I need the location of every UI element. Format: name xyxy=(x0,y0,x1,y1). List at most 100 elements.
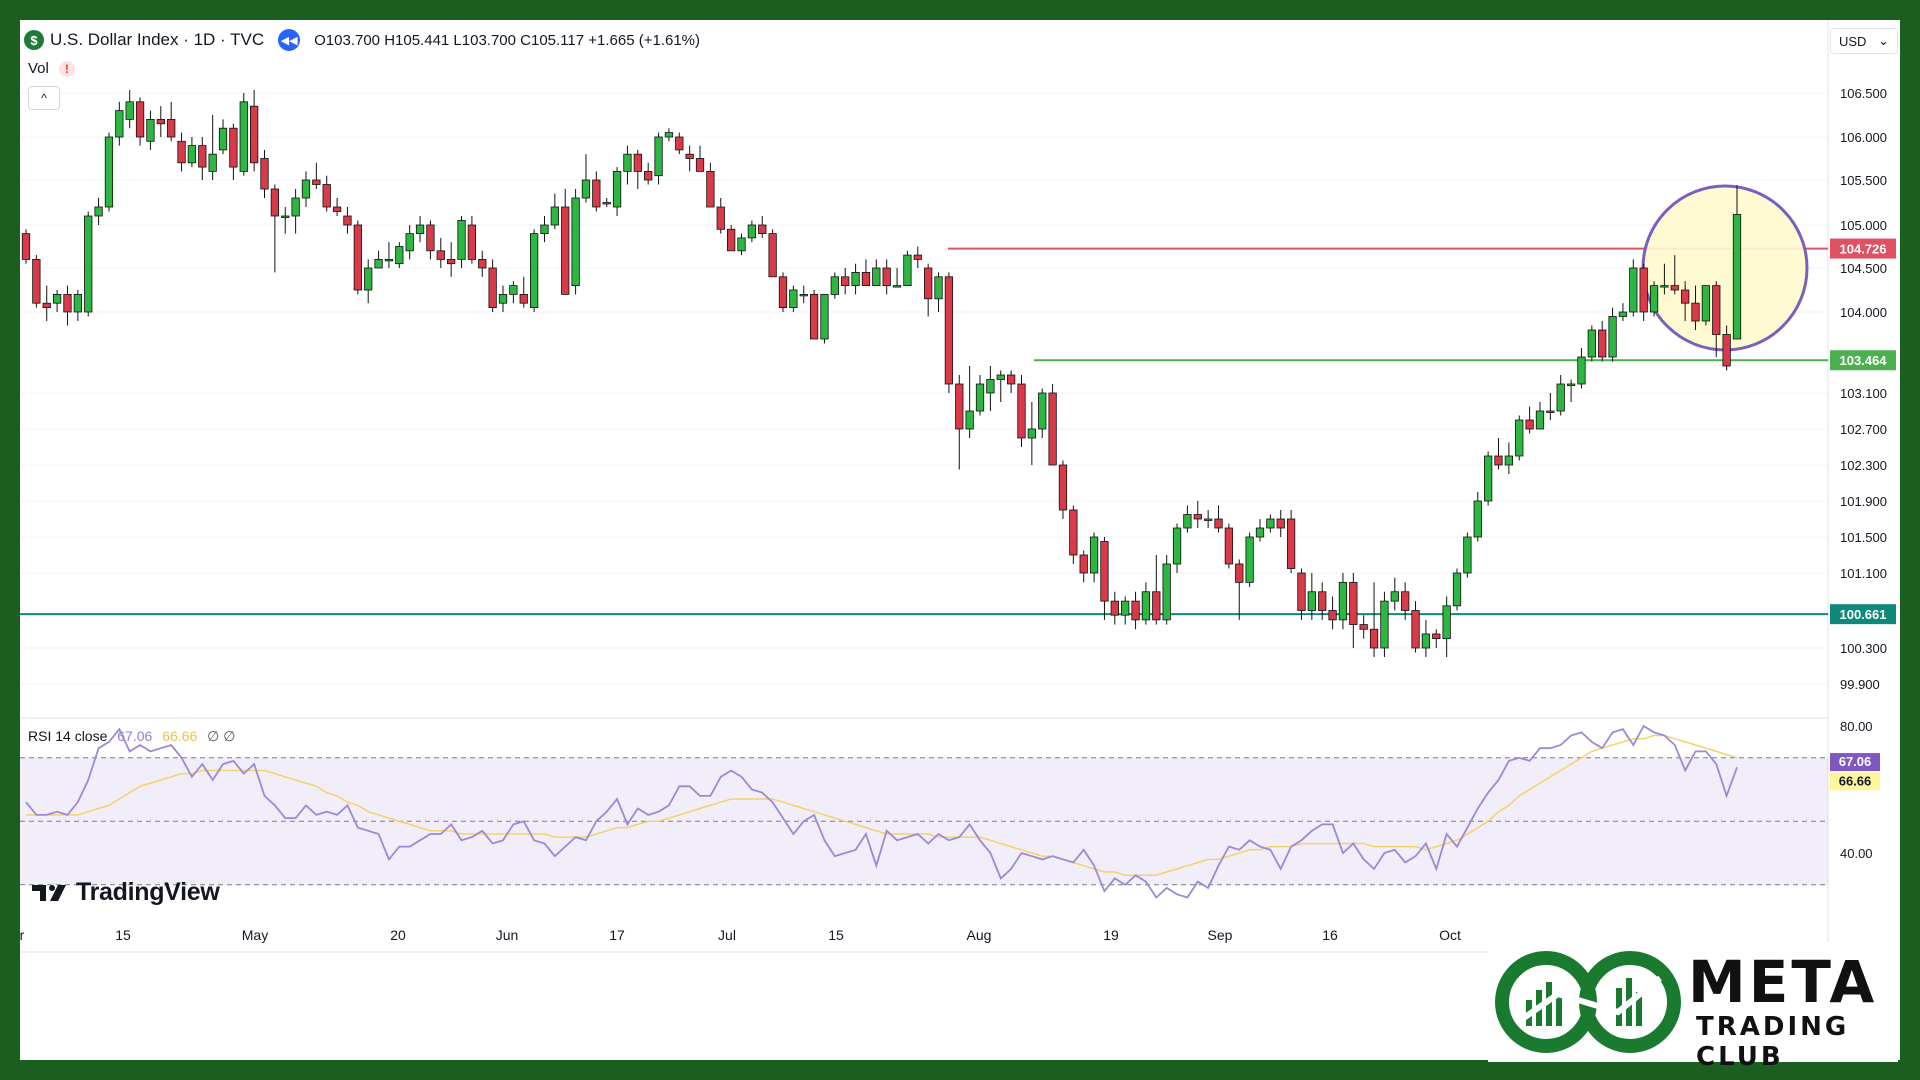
candle-body xyxy=(1286,518,1296,569)
candle-body xyxy=(1649,285,1659,313)
candle-body xyxy=(1670,285,1679,291)
candle xyxy=(1649,281,1659,317)
rewind-icon[interactable]: ◀◀ xyxy=(278,29,301,51)
candle-body xyxy=(457,220,466,260)
candle-body xyxy=(799,293,808,297)
candle-body xyxy=(177,140,186,164)
rsi-label: RSI 14 close xyxy=(28,728,108,744)
currency-label: USD xyxy=(1839,33,1867,49)
candle-body xyxy=(1629,267,1638,313)
candle-body xyxy=(1411,610,1420,649)
candle-body xyxy=(146,119,155,142)
candle xyxy=(1048,384,1057,466)
candle xyxy=(84,211,93,317)
candle-body xyxy=(965,410,974,430)
candle-body xyxy=(239,101,248,172)
time-tick-label: 16 xyxy=(1322,927,1338,943)
currency-selector[interactable]: USD ⌄ xyxy=(1830,28,1898,54)
candle-body xyxy=(664,132,674,138)
candle-body xyxy=(1276,518,1285,529)
candle-body xyxy=(250,105,259,164)
candle-body xyxy=(167,119,176,138)
chevron-down-icon: ⌄ xyxy=(1878,33,1889,48)
candle-body xyxy=(1193,514,1202,520)
candle xyxy=(1069,505,1078,564)
candle-body xyxy=(841,276,850,286)
candle-body xyxy=(602,202,611,205)
candle-body xyxy=(986,379,995,394)
candle-body xyxy=(447,258,456,265)
candle-body xyxy=(561,206,570,295)
price-tick-label: 101.100 xyxy=(1840,566,1887,581)
price-tick-label: 106.000 xyxy=(1840,130,1887,145)
candle-body xyxy=(415,224,425,234)
candle-body xyxy=(281,215,290,218)
candle-body xyxy=(1732,214,1742,340)
grid xyxy=(20,20,1900,1060)
candle-body xyxy=(1432,633,1441,640)
candle xyxy=(1162,555,1171,625)
candle-body xyxy=(1224,527,1234,565)
time-tick-label: 20 xyxy=(390,927,406,943)
rsi-legend[interactable]: RSI 14 close 67.06 66.66 ∅ ∅ xyxy=(28,728,235,745)
warning-icon[interactable]: ! xyxy=(58,60,75,77)
price-tick-label: 104.000 xyxy=(1840,305,1887,320)
candle-body xyxy=(1598,329,1607,358)
candle xyxy=(1245,532,1254,588)
candle-body xyxy=(581,179,591,199)
tradingview-logo[interactable]: TradingView xyxy=(30,878,220,907)
candle-body xyxy=(1722,334,1731,367)
candle-body xyxy=(1380,600,1389,649)
meta-logo-icon xyxy=(1495,951,1681,1053)
candle-body xyxy=(395,246,404,265)
level-label-resistance: 104.726 xyxy=(1840,242,1887,257)
candle-body xyxy=(519,293,528,304)
candle-body xyxy=(944,276,954,385)
chart-header: $ U.S. Dollar Index · 1D · TVC ◀◀ O103.7… xyxy=(24,26,700,54)
chart-background xyxy=(20,20,1900,1060)
candle-body xyxy=(1349,581,1358,625)
candle xyxy=(1058,460,1068,519)
candle-body xyxy=(353,224,362,291)
rsi-tick-label: 80.00 xyxy=(1840,719,1873,734)
candle-body xyxy=(903,254,912,287)
candle-body xyxy=(426,224,435,252)
candle-body xyxy=(955,383,964,430)
collapse-button[interactable]: ^ xyxy=(28,86,60,110)
candle-body xyxy=(789,289,798,309)
candle-body xyxy=(1318,591,1327,611)
candle-body xyxy=(509,285,518,295)
candle-body xyxy=(312,179,321,185)
candle-body xyxy=(478,258,487,269)
time-tick-label: 15 xyxy=(115,927,131,943)
candle-body xyxy=(768,233,777,278)
candle-body xyxy=(218,127,228,151)
price-tick-label: 105.000 xyxy=(1840,218,1887,233)
candle-body xyxy=(135,101,145,138)
volume-legend[interactable]: Vol ! xyxy=(28,60,75,77)
candle-body xyxy=(675,136,684,151)
candle-body xyxy=(1266,518,1275,529)
candle-body xyxy=(778,276,788,308)
candle-body xyxy=(612,170,622,208)
candle-body xyxy=(1006,374,1016,385)
candle-body xyxy=(623,153,632,172)
candle xyxy=(809,290,819,340)
symbol-title[interactable]: U.S. Dollar Index · 1D · TVC xyxy=(50,30,264,50)
symbol-icon[interactable]: $ xyxy=(24,30,44,50)
candle-body xyxy=(861,271,871,286)
time-tick-label: Sep xyxy=(1208,927,1233,943)
candle-body xyxy=(115,110,124,138)
candle-body xyxy=(94,206,103,217)
candle xyxy=(1017,375,1026,447)
candle-body xyxy=(322,184,331,208)
candle-body xyxy=(1245,536,1254,583)
meta-wordmark: META xyxy=(1688,948,1878,1016)
candle-body xyxy=(1401,591,1410,611)
price-tick-label: 104.500 xyxy=(1840,261,1887,276)
candle-body xyxy=(260,158,269,190)
candle-body xyxy=(198,145,207,168)
candle-body xyxy=(975,383,985,412)
chart-canvas[interactable]: 104.726 103.464 100.661 80.00 40.00 67.06 66.… xyxy=(0,0,1920,1080)
candle-body xyxy=(384,258,394,262)
